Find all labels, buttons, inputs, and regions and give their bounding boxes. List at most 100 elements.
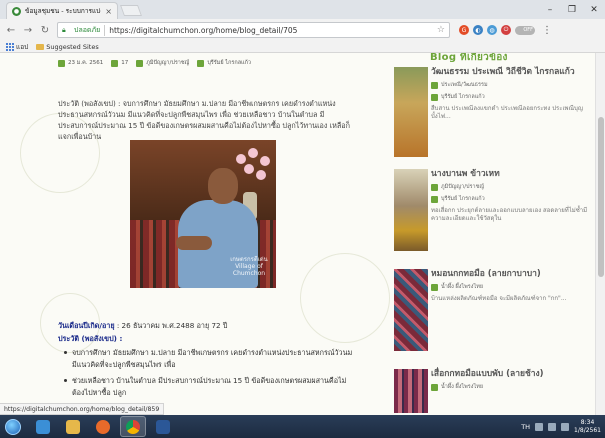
related-blog-card[interactable]: นางบานพ ข้าวเหท ภูมิปัญญา/ปราชญ์ บุรีรัม… bbox=[394, 169, 594, 255]
volume-icon[interactable] bbox=[561, 422, 570, 431]
history-label: ประวัติ (พอสังเขป) : bbox=[58, 334, 123, 343]
flower bbox=[244, 164, 254, 174]
bookmarks-bar: แอป Suggested Sites bbox=[0, 41, 605, 53]
watermark-line-2: Village of Chumchon bbox=[232, 263, 266, 277]
lock-icon: 🔒︎ bbox=[62, 25, 66, 34]
reload-icon[interactable]: ↻ bbox=[40, 25, 50, 36]
card-title[interactable]: วัฒนธรรม ประเพณี วิถีชีวิต ไกรกลแก้ว bbox=[431, 67, 591, 77]
address-bar[interactable]: 🔒︎ ปลอดภัย https://digitalchumchon.org/h… bbox=[57, 22, 450, 38]
card-category-text: น้ำผึ้ง ผึ้งไพรงไทย bbox=[441, 284, 484, 290]
bookmark-apps[interactable]: แอป bbox=[6, 42, 28, 52]
browser-toolbar: ← → ↻ 🔒︎ ปลอดภัย https://digitalchumchon… bbox=[0, 19, 605, 41]
folder-icon bbox=[66, 419, 80, 434]
tray-up-arrow-icon[interactable] bbox=[535, 422, 544, 431]
start-button[interactable] bbox=[0, 415, 26, 438]
flower bbox=[260, 156, 270, 166]
clock[interactable]: 8:34 1/8/2561 bbox=[574, 419, 601, 435]
extension-power-icon[interactable]: ⏻ bbox=[501, 25, 511, 35]
list-item: จบการศึกษา มัธยมศึกษา ม.ปลาย มีอาชีพเกษต… bbox=[58, 347, 358, 371]
windows-logo-icon bbox=[5, 418, 21, 435]
card-title[interactable]: หมอนกกทอมือ (ลายกาบาบา) bbox=[431, 269, 591, 279]
meta-category[interactable]: ภูมิปัญญา/ปราชญ์ bbox=[136, 59, 189, 67]
folder-icon bbox=[431, 183, 438, 191]
photo-person-arm bbox=[176, 236, 212, 250]
card-body: หมอนกกทอมือ (ลายกาบาบา) น้ำผึ้ง ผึ้งไพรง… bbox=[431, 269, 591, 303]
birth-value: : 26 ธันวาคม พ.ศ.2488 อายุ 72 ปี bbox=[114, 321, 228, 330]
meta-author-text: บุรีรัมย์ ไกรกลแก้ว bbox=[207, 60, 252, 66]
page-scrollbar[interactable] bbox=[595, 53, 605, 415]
card-title[interactable]: นางบานพ ข้าวเหท bbox=[431, 169, 591, 179]
windows-taskbar: TH 8:34 1/8/2561 bbox=[0, 415, 605, 438]
card-description: สืบสาน ประเพณีลงแขกดำ ประเพณีลอยกระทง ปร… bbox=[431, 105, 583, 120]
new-tab-button[interactable] bbox=[119, 5, 143, 16]
meta-views-text: 17 bbox=[121, 60, 129, 66]
bookmark-suggested-sites[interactable]: Suggested Sites bbox=[36, 43, 99, 51]
forward-arrow-icon[interactable]: → bbox=[23, 25, 33, 36]
card-thumbnail[interactable] bbox=[394, 269, 428, 351]
page-viewport: 23 ม.ค. 2561 17 ภูมิปัญญา/ปราชญ์ บุรีรัม… bbox=[0, 53, 605, 415]
card-thumbnail[interactable] bbox=[394, 369, 428, 413]
extension-headset-icon[interactable]: ◐ bbox=[473, 25, 483, 35]
article-photo: เกษตรกรดีเด่น Village of Chumchon bbox=[130, 140, 276, 288]
eye-icon bbox=[111, 59, 119, 67]
extension-icons: G ◐ ◍ ⏻ OFF ⋮ bbox=[459, 25, 552, 36]
meta-views: 17 bbox=[111, 59, 129, 67]
language-indicator[interactable]: TH bbox=[521, 423, 530, 431]
card-category-text: ประเพณี/วัฒนธรรม bbox=[441, 82, 488, 88]
list-item: ช่วยเหลือชาว บ้านในตำบล มีประสบการณ์ประม… bbox=[58, 375, 358, 399]
chrome-icon bbox=[126, 419, 140, 434]
extension-toggle[interactable]: OFF bbox=[515, 25, 535, 35]
minimize-button[interactable]: – bbox=[539, 0, 561, 19]
card-author[interactable]: บุรีรัมย์ ไกรกลแก้ว bbox=[431, 195, 591, 203]
card-category[interactable]: น้ำผึ้ง ผึ้งไพรงไทย bbox=[431, 383, 591, 391]
scrollbar-thumb[interactable] bbox=[598, 117, 604, 277]
folder-icon bbox=[431, 81, 438, 89]
folder-icon bbox=[431, 383, 438, 391]
bookmark-folder-icon bbox=[36, 43, 45, 50]
meta-author[interactable]: บุรีรัมย์ ไกรกลแก้ว bbox=[197, 59, 251, 67]
taskbar-firefox[interactable] bbox=[90, 416, 116, 437]
card-body: วัฒนธรรม ประเพณี วิถีชีวิต ไกรกลแก้ว ประ… bbox=[431, 67, 591, 121]
card-description: บ้านแหล่งผลิตภัณฑ์ทอมือ จะมีผลิตภัณฑ์จาก… bbox=[431, 295, 567, 302]
related-blog-card[interactable]: เสื่อกกทอมือแบบพับ (ลายช้าง) น้ำผึ้ง ผึ้… bbox=[394, 369, 594, 413]
card-thumbnail[interactable] bbox=[394, 67, 428, 157]
back-arrow-icon[interactable]: ← bbox=[6, 25, 16, 36]
network-icon[interactable] bbox=[548, 422, 557, 431]
browser-menu-icon[interactable]: ⋮ bbox=[542, 25, 552, 36]
browser-tab[interactable]: ● ข้อมูลชุมชน - ระบบการแบ่งปันข้อมูล × bbox=[6, 2, 118, 19]
meta-category-text: ภูมิปัญญา/ปราชญ์ bbox=[146, 60, 190, 66]
card-body: เสื่อกกทอมือแบบพับ (ลายช้าง) น้ำผึ้ง ผึ้… bbox=[431, 369, 591, 391]
card-category[interactable]: น้ำผึ้ง ผึ้งไพรงไทย bbox=[431, 283, 591, 291]
extension-globe-icon[interactable]: ◍ bbox=[487, 25, 497, 35]
maximize-button[interactable]: ❐ bbox=[561, 0, 583, 19]
watermark-line-1: เกษตรกรดีเด่น bbox=[230, 256, 268, 263]
secure-label: ปลอดภัย bbox=[74, 24, 106, 36]
taskbar-word[interactable] bbox=[150, 416, 176, 437]
flower bbox=[248, 148, 258, 158]
photo-person-head bbox=[208, 168, 238, 204]
card-author[interactable]: บุรีรัมย์ ไกรกลแก้ว bbox=[431, 93, 591, 101]
extension-g-icon[interactable]: G bbox=[459, 25, 469, 35]
status-bar-url: https://digitalchumchon.org/home/blog_de… bbox=[0, 403, 165, 415]
card-category[interactable]: ภูมิปัญญา/ปราชญ์ bbox=[431, 183, 591, 191]
related-blog-card[interactable]: หมอนกกทอมือ (ลายกาบาบา) น้ำผึ้ง ผึ้งไพรง… bbox=[394, 269, 594, 353]
url-text[interactable]: https://digitalchumchon.org/home/blog_de… bbox=[109, 26, 433, 35]
card-title[interactable]: เสื่อกกทอมือแบบพับ (ลายช้าง) bbox=[431, 369, 591, 379]
related-blog-card[interactable]: วัฒนธรรม ประเพณี วิถีชีวิต ไกรกลแก้ว ประ… bbox=[394, 67, 594, 161]
bookmark-star-icon[interactable]: ☆ bbox=[437, 25, 445, 35]
card-thumbnail[interactable] bbox=[394, 169, 428, 251]
flower bbox=[236, 154, 246, 164]
card-category[interactable]: ประเพณี/วัฒนธรรม bbox=[431, 81, 591, 89]
site-favicon-icon: ● bbox=[12, 6, 21, 16]
card-author-text: บุรีรัมย์ ไกรกลแก้ว bbox=[441, 196, 485, 202]
flower bbox=[256, 170, 266, 180]
window-controls: – ❐ ✕ bbox=[539, 0, 605, 19]
taskbar-chrome[interactable] bbox=[120, 416, 146, 437]
close-window-button[interactable]: ✕ bbox=[583, 0, 605, 19]
taskbar-explorer[interactable] bbox=[60, 416, 86, 437]
bookmark-label: แอป bbox=[16, 42, 29, 51]
card-author-text: บุรีรัมย์ ไกรกลแก้ว bbox=[441, 94, 485, 100]
tab-close-icon[interactable]: × bbox=[105, 7, 112, 16]
browser-titlebar: ● ข้อมูลชุมชน - ระบบการแบ่งปันข้อมูล × –… bbox=[0, 0, 605, 19]
taskbar-ie[interactable] bbox=[30, 416, 56, 437]
